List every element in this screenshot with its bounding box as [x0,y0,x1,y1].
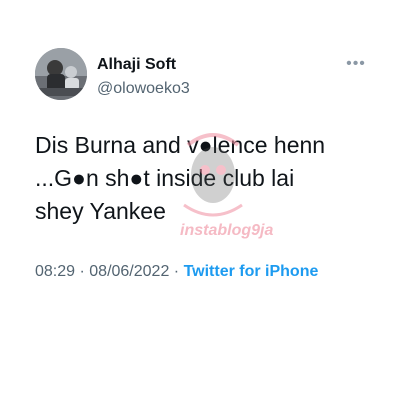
tweet-time[interactable]: 08:29 [35,263,75,280]
tweet-card[interactable]: Alhaji Soft @olowoeko3 ••• Dis Burna and… [0,0,400,400]
tweet-meta: 08:29 · 08/06/2022 · Twitter for iPhone [35,260,375,284]
tweet-text: Dis Burna and v●lence henn ...G●n sh●t i… [35,129,375,228]
more-options-icon[interactable]: ••• [344,55,368,72]
user-avatar-icon [35,48,87,100]
tweet-line: ...G●n sh●t inside club lai [35,165,295,191]
meta-separator: · [75,263,90,280]
tweet-date[interactable]: 08/06/2022 [89,263,169,280]
tweet-line: Dis Burna and v●lence henn [35,132,326,158]
tweet-source-link[interactable]: Twitter for iPhone [184,263,319,280]
user-handle[interactable]: @olowoeko3 [97,80,190,98]
display-name[interactable]: Alhaji Soft [97,56,176,74]
tweet-line: shey Yankee [35,198,166,224]
avatar[interactable] [35,48,87,100]
meta-separator: · [169,263,184,280]
